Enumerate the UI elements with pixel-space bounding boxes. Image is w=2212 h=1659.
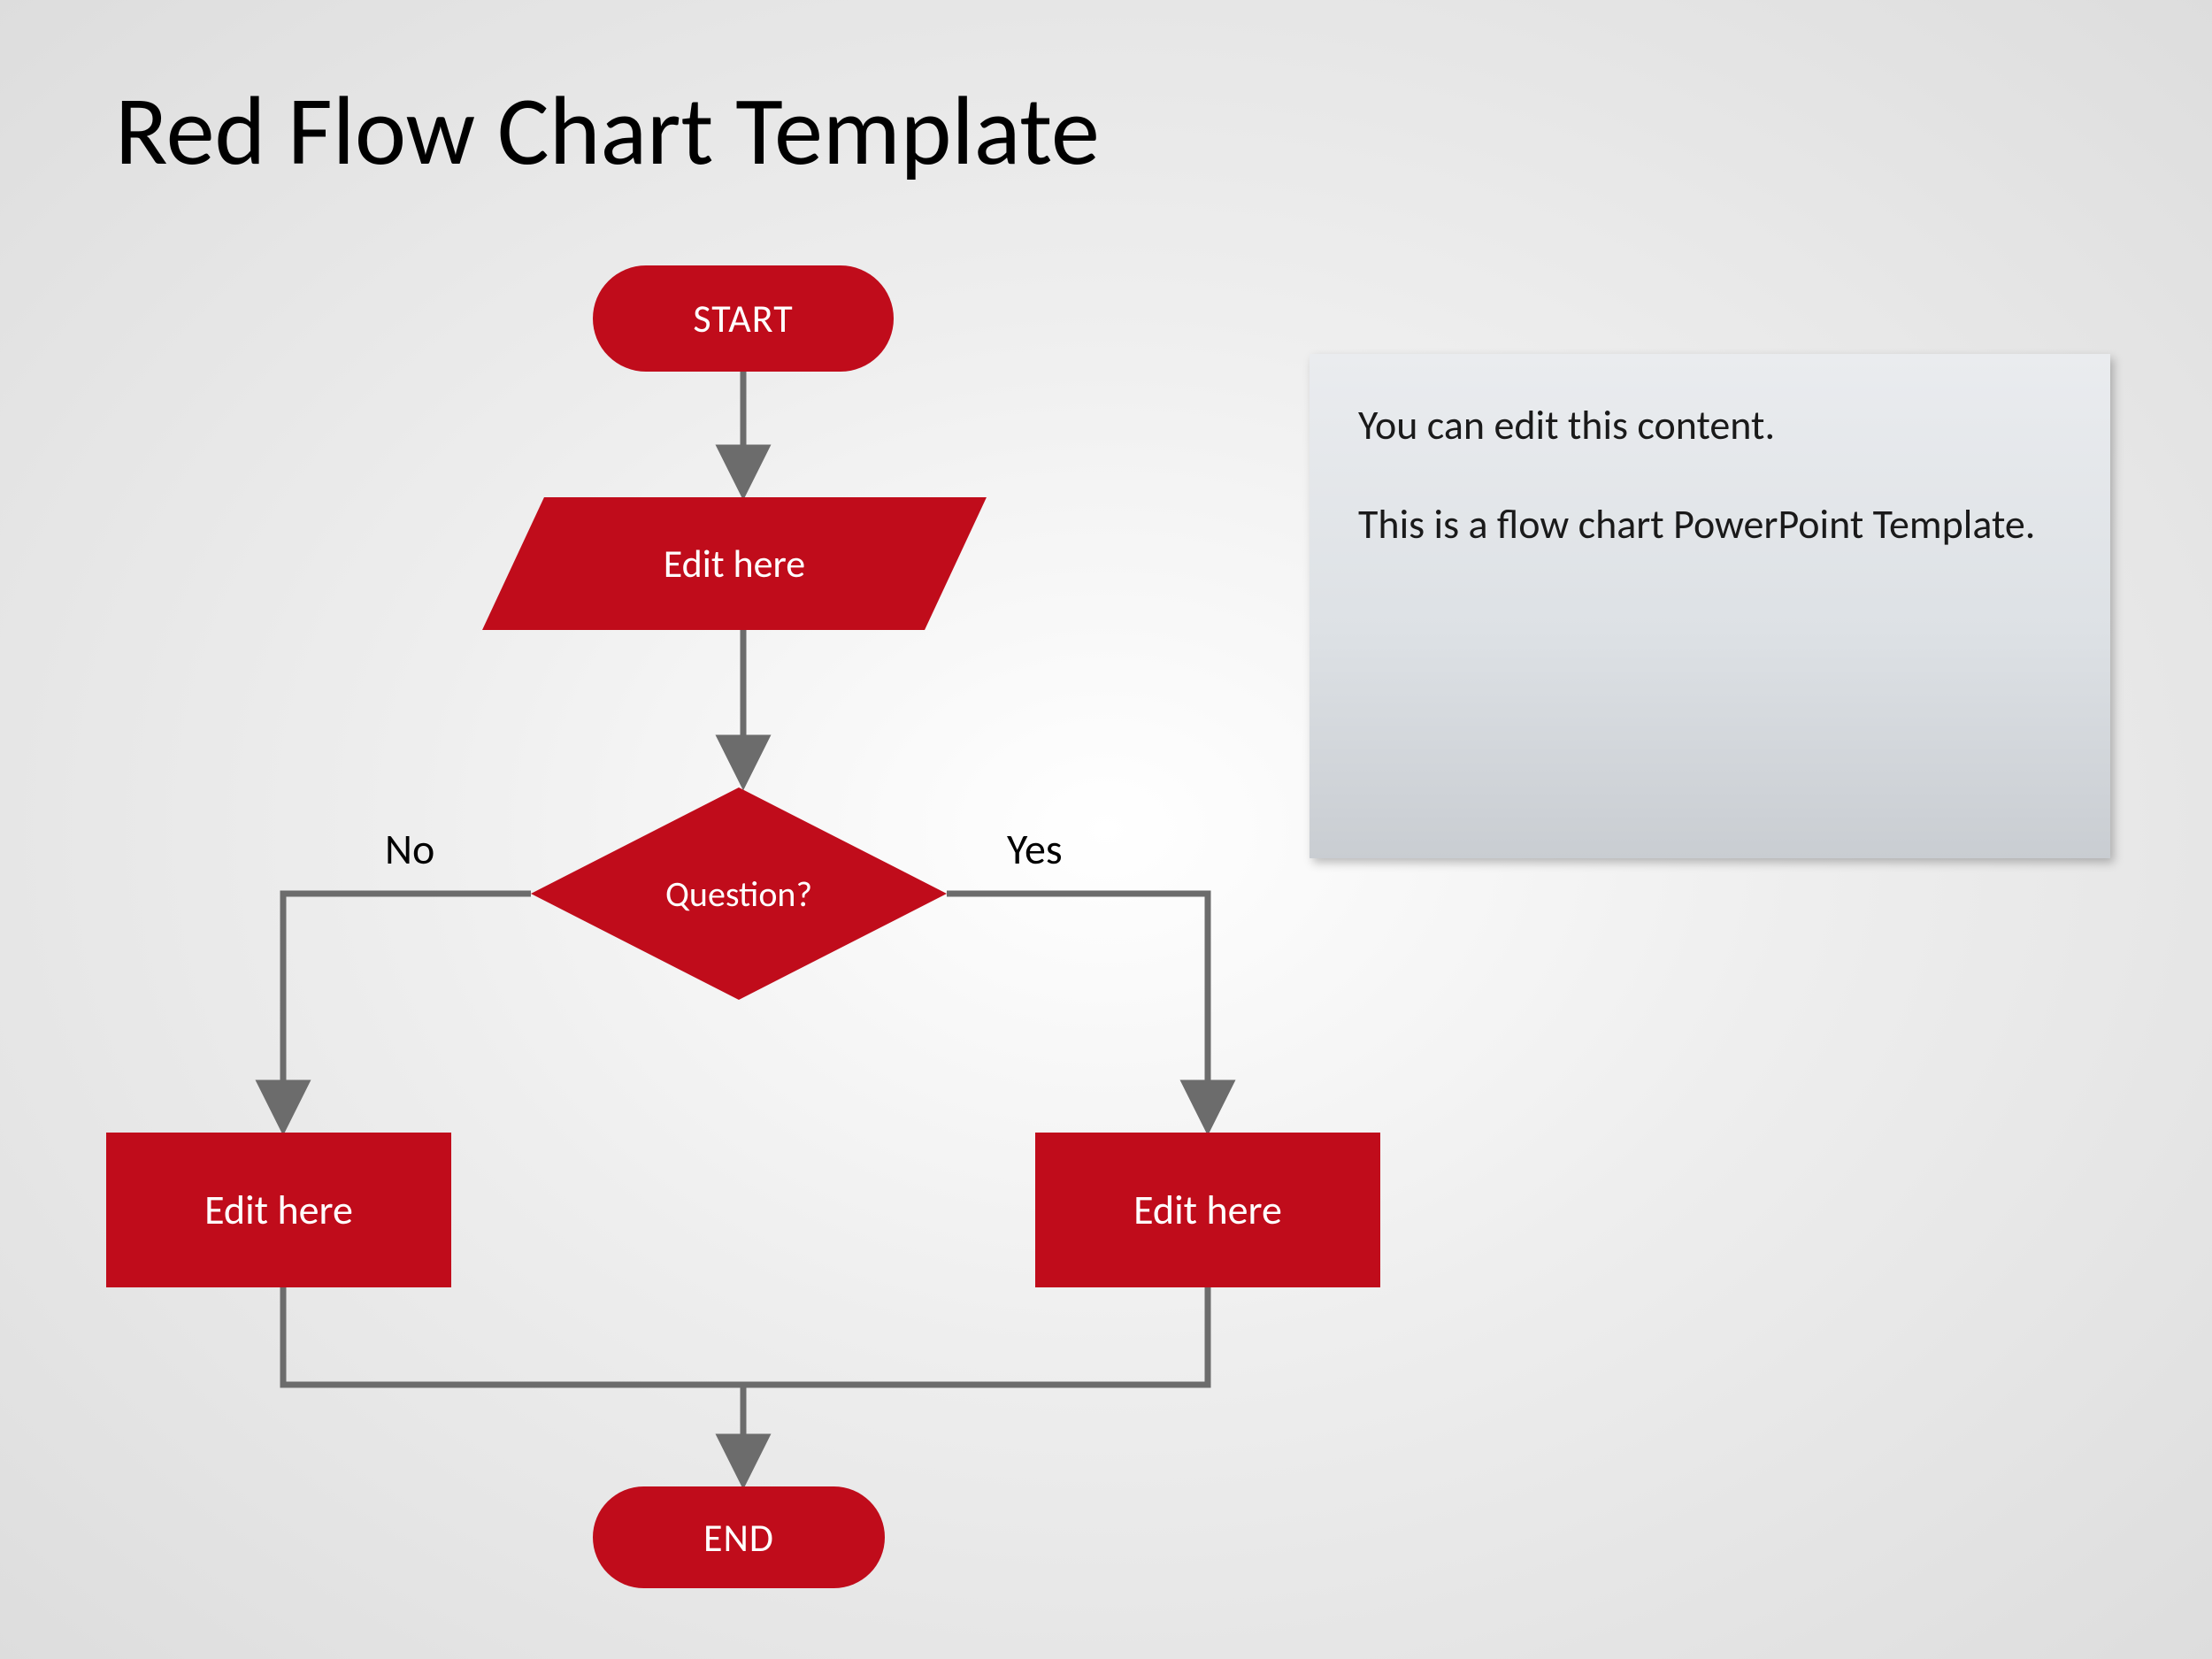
- branch-label-no: No: [385, 823, 434, 875]
- process-node-right[interactable]: Edit here: [1035, 1133, 1380, 1287]
- process-node-left[interactable]: Edit here: [106, 1133, 451, 1287]
- start-node[interactable]: START: [593, 265, 894, 372]
- info-line-2: This is a flow chart PowerPoint Template…: [1358, 497, 2062, 552]
- info-line-1: You can edit this content.: [1358, 398, 2062, 453]
- info-textbox[interactable]: You can edit this content. This is a flo…: [1310, 354, 2110, 858]
- input-node-label: Edit here: [513, 497, 956, 630]
- slide-title: Red Flow Chart Template: [115, 71, 1100, 190]
- input-node[interactable]: Edit here: [513, 497, 956, 630]
- branch-label-yes: Yes: [1007, 823, 1063, 875]
- end-node[interactable]: END: [593, 1486, 885, 1588]
- decision-node[interactable]: Question?: [531, 787, 947, 1000]
